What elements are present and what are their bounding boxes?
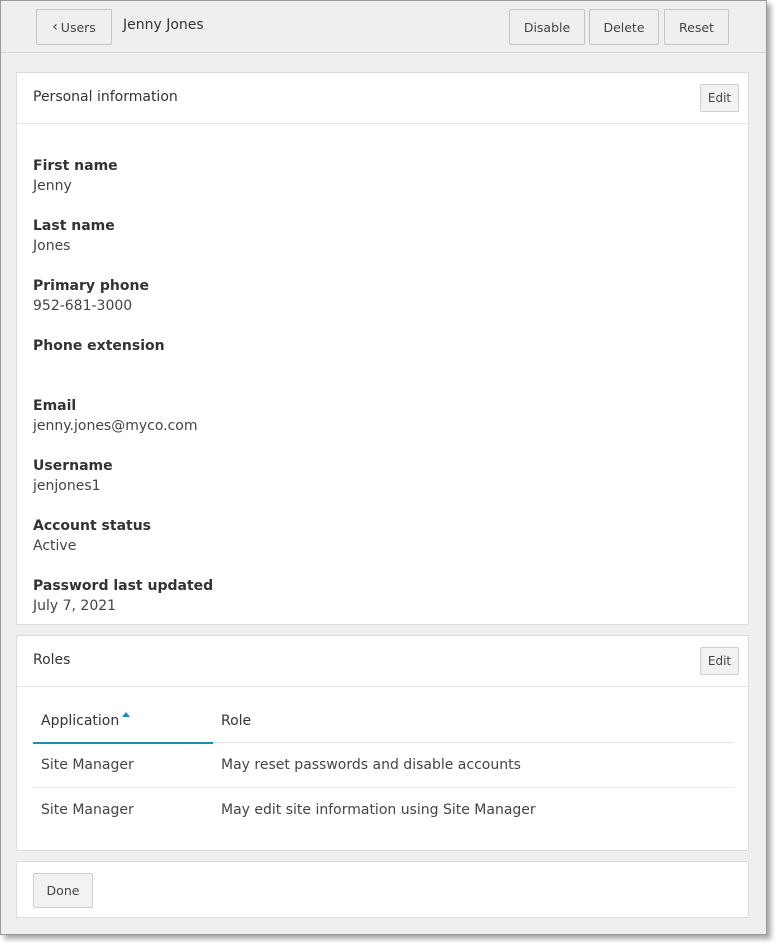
roles-title: Roles [33, 652, 71, 668]
column-header-role[interactable]: Role [221, 713, 251, 729]
roles-card: Roles Edit Application Role Site Manager… [16, 635, 749, 851]
table-header: Application Role [33, 701, 734, 744]
field-value [33, 356, 533, 376]
column-header-application[interactable]: Application [41, 713, 119, 729]
cell-role: May reset passwords and disable accounts [221, 757, 521, 773]
done-button[interactable]: Done [33, 873, 93, 908]
app-window: ‹ Users Jenny Jones Disable Delete Reset… [0, 0, 767, 935]
cell-application: Site Manager [41, 757, 134, 773]
field-account-status: Account status Active [33, 516, 533, 556]
delete-button[interactable]: Delete [589, 9, 659, 45]
field-value: 952-681-3000 [33, 298, 133, 314]
field-value: Active [33, 538, 77, 554]
personal-information-card: Personal information Edit First name Jen… [16, 72, 749, 625]
roles-header: Roles Edit [17, 636, 748, 687]
roles-table: Application Role Site Manager May reset … [33, 701, 734, 833]
field-label: Last name [33, 218, 115, 234]
field-email: Email jenny.jones@myco.com [33, 396, 533, 436]
field-last-name: Last name Jones [33, 216, 533, 256]
field-value: Jenny [33, 178, 72, 194]
sort-ascending-icon[interactable] [122, 712, 130, 717]
field-value: July 7, 2021 [33, 598, 117, 614]
personal-information-title: Personal information [33, 89, 178, 105]
edit-roles-button[interactable]: Edit [700, 647, 739, 675]
page-title: Jenny Jones [123, 17, 204, 33]
cell-role: May edit site information using Site Man… [221, 802, 536, 818]
field-label: Phone extension [33, 338, 165, 354]
field-label: Password last updated [33, 578, 214, 594]
field-first-name: First name Jenny [33, 156, 533, 196]
field-primary-phone: Primary phone 952-681-3000 [33, 276, 533, 316]
edit-personal-information-button[interactable]: Edit [700, 84, 739, 112]
field-value: Jones [33, 238, 71, 254]
chevron-left-icon: ‹ [52, 19, 58, 35]
back-button-label: Users [60, 19, 96, 35]
field-label: Username [33, 458, 113, 474]
personal-information-header: Personal information Edit [17, 73, 748, 124]
field-label: First name [33, 158, 118, 174]
field-phone-extension: Phone extension [33, 336, 533, 376]
cell-application: Site Manager [41, 802, 134, 818]
back-to-users-button[interactable]: ‹ Users [36, 9, 112, 45]
field-password-last-updated: Password last updated July 7, 2021 [33, 576, 533, 616]
disable-button[interactable]: Disable [509, 9, 585, 45]
table-row: Site Manager May edit site information u… [33, 788, 734, 833]
reset-button[interactable]: Reset [664, 9, 729, 45]
field-label: Email [33, 398, 77, 414]
footer-card: Done [16, 861, 749, 918]
field-label: Account status [33, 518, 152, 534]
field-label: Primary phone [33, 278, 149, 294]
top-bar: ‹ Users Jenny Jones Disable Delete Reset [1, 1, 766, 53]
field-username: Username jenjones1 [33, 456, 533, 496]
table-row: Site Manager May reset passwords and dis… [33, 743, 734, 788]
field-value: jenny.jones@myco.com [33, 418, 198, 434]
field-value: jenjones1 [33, 478, 101, 494]
